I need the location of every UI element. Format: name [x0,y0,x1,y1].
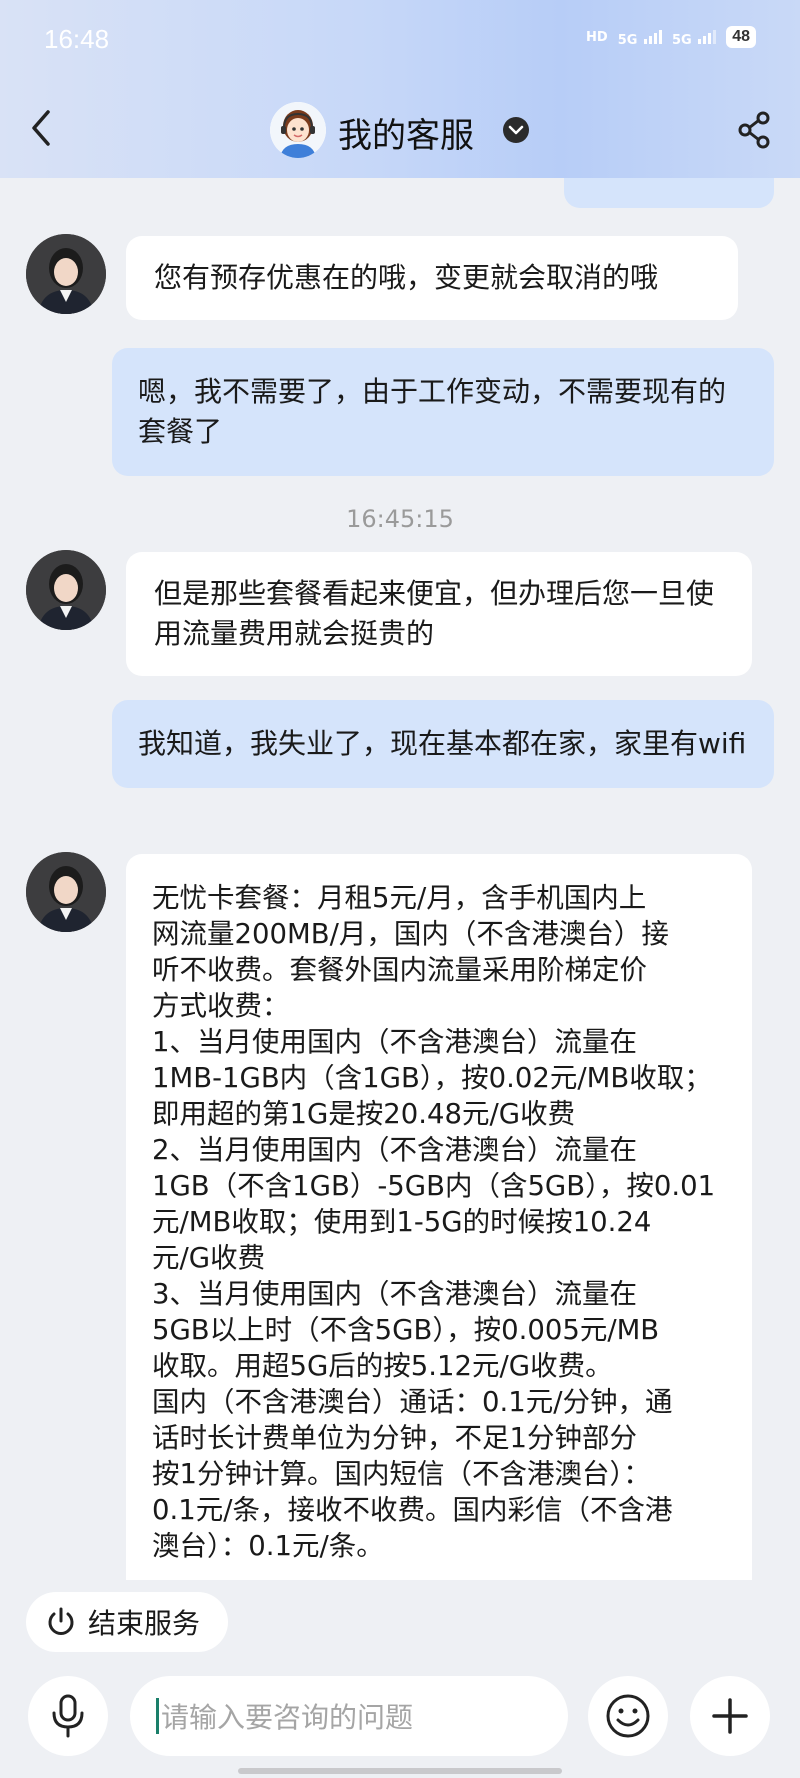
voice-button[interactable] [28,1676,108,1756]
message-line: 1MB-1GB内（含1GB），按0.02元/MB收取； [152,1062,712,1094]
message-line: 澳台）：0.1元/条。 [152,1530,384,1562]
customer-service-avatar-icon [270,102,326,158]
message-line: 听不收费。套餐外国内流量采用阶梯定价 [152,954,647,986]
emoji-button[interactable] [588,1676,668,1756]
agent-avatar[interactable] [26,852,106,932]
message-text: 嗯，我不需要了，由于工作变动，不需要现有的套餐了 [138,375,727,448]
message-input[interactable]: 请输入要咨询的问题 [130,1676,568,1756]
message-line: 2、当月使用国内（不含港澳台）流量在 [152,1134,637,1166]
user-message-bubble: 嗯，我不需要了，由于工作变动，不需要现有的套餐了 [112,348,774,476]
message-line: 即用超的第1G是按20.48元/G收费 [152,1098,576,1130]
agent-message-bubble: 您有预存优惠在的哦，变更就会取消的哦 [126,236,738,320]
message-line: 1GB（不含1GB）-5GB内（含5GB），按0.01 [152,1170,716,1202]
plus-icon [712,1698,748,1734]
end-service-label: 结束服务 [88,1607,201,1640]
message-line: 方式收费： [152,990,290,1022]
message-line: 0.1元/条，接收不收费。国内彩信（不含港 [152,1494,673,1526]
network-label: 5G [617,32,638,48]
message-line: 国内（不含港澳台）通话：0.1元/分钟，通 [152,1386,673,1418]
status-indicators: HD 5G 5G 48 [586,26,756,48]
agent-avatar[interactable] [26,550,106,630]
message-line: 元/MB收取；使用到1-5G的时候按10.24 [152,1206,652,1238]
power-icon [48,1607,74,1635]
back-button[interactable] [26,108,56,148]
more-button[interactable] [690,1676,770,1756]
message-text: 但是那些套餐看起来便宜，但办理后您一旦使用流量费用就会挺贵的 [154,577,715,650]
user-message-bubble: 我知道，我失业了，现在基本都在家，家里有wifi [112,700,774,788]
status-time: 16:48 [44,24,110,54]
network-indicator: 5G [671,28,717,48]
hd-indicator: HD [586,29,608,45]
message-text: 您有预存优惠在的哦，变更就会取消的哦 [154,261,659,294]
emoji-icon [606,1694,650,1738]
share-button[interactable] [736,110,772,150]
agent-photo-icon [26,234,106,314]
message-line: 元/G收费 [152,1242,266,1274]
message-timestamp: 16:45:15 [346,505,454,533]
message-line: 话时长计费单位为分钟，不足1分钟部分 [152,1422,637,1454]
verified-badge-icon [503,117,529,143]
message-line: 无忧卡套餐：月租5元/月，含手机国内上 [152,882,647,914]
network-label: 5G [671,32,692,48]
message-line: 1、当月使用国内（不含港澳台）流量在 [152,1026,637,1058]
verified-dropdown[interactable] [502,116,530,144]
input-bar: 请输入要咨询的问题 [0,1666,800,1778]
message-line: 5GB以上时（不含5GB），按0.005元/MB [152,1314,660,1346]
agent-photo-icon [26,550,106,630]
battery-indicator: 48 [726,26,756,48]
end-service-button[interactable]: 结束服务 [26,1592,228,1652]
home-indicator[interactable] [238,1768,562,1774]
agent-avatar[interactable] [26,234,106,314]
message-text: 我知道，我失业了，现在基本都在家，家里有wifi [138,727,747,760]
input-placeholder: 请输入要咨询的问题 [161,1701,414,1734]
page-title: 我的客服 [338,116,474,156]
message-line: 收取。用超5G后的按5.12元/G收费。 [152,1350,613,1382]
message-line: 网流量200MB/月，国内（不含港澳台）接 [152,918,669,950]
message-line: 按1分钟计算。国内短信（不含港澳台）： [152,1458,651,1490]
service-avatar[interactable] [270,102,326,158]
network-indicator: 5G [618,28,662,47]
signal-icon [643,28,662,44]
header-bar: 16:48 HD 5G 5G 48 我的客服 [0,0,800,178]
message-line: 3、当月使用国内（不含港澳台）流量在 [152,1278,637,1310]
share-icon [738,111,770,149]
text-caret [156,1698,159,1734]
agent-message-bubble: 但是那些套餐看起来便宜，但办理后您一旦使用流量费用就会挺贵的 [126,552,752,676]
agent-photo-icon [26,852,106,932]
microphone-icon [52,1694,84,1738]
agent-plan-details-bubble: 无忧卡套餐：月租5元/月，含手机国内上 网流量200MB/月，国内（不含港澳台）… [126,854,752,1580]
chevron-left-icon [32,110,50,146]
signal-icon [698,28,717,44]
chat-area[interactable]: 您有预存优惠在的哦，变更就会取消的哦 嗯，我不需要了，由于工作变动，不需要现有的… [0,0,800,1580]
